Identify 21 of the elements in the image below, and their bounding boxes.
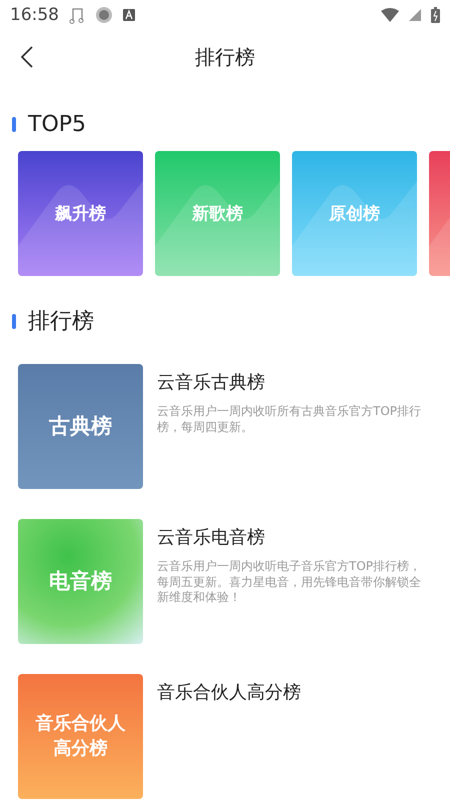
chart-card[interactable]: 飙升榜: [18, 151, 143, 276]
music-note-icon: [69, 6, 85, 24]
record-icon: [95, 6, 113, 24]
chart-description: 云音乐用户一周内收听所有古典音乐官方TOP排行榜，每周四更新。: [157, 404, 422, 436]
section-title: TOP5: [28, 112, 86, 137]
app-icon: [123, 9, 135, 21]
status-time: 16:58: [10, 5, 59, 25]
chart-cover[interactable]: 古典榜: [18, 364, 143, 489]
section-title: 排行榜: [28, 308, 94, 336]
page-title: 排行榜: [195, 44, 255, 70]
chart-title: 云音乐电音榜: [157, 526, 266, 549]
wifi-icon: [381, 8, 399, 22]
battery-icon: [431, 7, 440, 23]
chart-description: 云音乐用户一周内收听电子音乐官方TOP排行榜，每周五更新。喜力星电音，用先锋电音带你解锁全新维度和体验！: [157, 559, 422, 606]
chart-card[interactable]: 原创榜: [292, 151, 417, 276]
signal-icon: [409, 9, 421, 21]
chart-title: 音乐合伙人高分榜: [157, 681, 301, 704]
chart-cover[interactable]: 音乐合伙人高分榜: [18, 674, 143, 799]
chart-cover[interactable]: 电音榜: [18, 519, 143, 644]
chart-card[interactable]: 新歌榜: [155, 151, 280, 276]
chart-title: 云音乐古典榜: [157, 371, 266, 394]
